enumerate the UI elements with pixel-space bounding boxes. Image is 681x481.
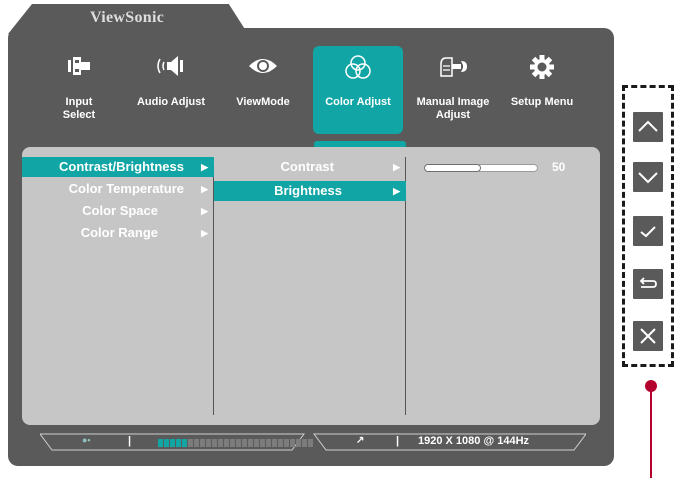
return-icon [639, 277, 657, 288]
color-circles-icon [313, 54, 403, 88]
option-contrast[interactable]: Contrast ▶ [214, 157, 406, 177]
level-segment [242, 439, 247, 447]
menu-viewmode[interactable]: ViewMode [218, 46, 308, 134]
wrench-hand-icon [408, 54, 498, 88]
input-select-icon [34, 54, 124, 88]
menu-label: Manual Image Adjust [416, 96, 490, 121]
menu-label: Input Select [62, 96, 96, 121]
submenu-item-color-space[interactable]: Color Space ▶ [22, 201, 214, 221]
right-arrow-icon: ▶ [201, 228, 208, 238]
menu-label: Color Adjust [325, 96, 391, 108]
chevron-up-icon [638, 120, 658, 132]
volume-level-bar [158, 439, 313, 447]
slider-fill [424, 164, 481, 172]
right-arrow-icon: ▶ [393, 162, 400, 172]
level-segment [260, 439, 265, 447]
level-segment [224, 439, 229, 447]
brand-logo: ViewSonic [90, 9, 165, 26]
eye-icon [218, 54, 308, 88]
speaker-icon [126, 54, 216, 88]
chevron-down-icon [638, 172, 658, 184]
brightness-value: 50 [552, 160, 566, 174]
submenu-item-color-range[interactable]: Color Range ▶ [22, 223, 214, 243]
key-guide-panel [622, 85, 674, 367]
submenu-label: Color Temperature [68, 181, 184, 196]
right-arrow-icon: ▶ [201, 206, 208, 216]
menu-audio-adjust[interactable]: Audio Adjust [126, 46, 216, 134]
menu-color-adjust[interactable]: Color Adjust [313, 46, 403, 134]
level-segment [182, 439, 187, 447]
status-separator: | [396, 435, 400, 447]
level-segment [290, 439, 295, 447]
submenu-item-contrast-brightness[interactable]: Contrast/Brightness ▶ [22, 157, 214, 177]
brightness-slider[interactable] [424, 164, 538, 172]
option-brightness[interactable]: Brightness ▶ [214, 181, 406, 201]
option-label: Brightness [274, 183, 342, 198]
level-segment [266, 439, 271, 447]
menu-input-select[interactable]: Input Select [34, 46, 124, 134]
menu-label: Setup Menu [510, 96, 574, 108]
gear-icon [497, 54, 587, 88]
resolution-text: 1920 X 1080 @ 144Hz [418, 435, 530, 447]
confirm-key[interactable] [632, 215, 664, 247]
level-segment [230, 439, 235, 447]
right-arrow-icon: ▶ [201, 184, 208, 194]
eco-icon: ●• [82, 435, 91, 445]
menu-label: Audio Adjust [136, 96, 206, 108]
submenu-label: Contrast/Brightness [59, 159, 184, 174]
down-key[interactable] [632, 161, 664, 193]
right-arrow-icon: ▶ [201, 162, 208, 172]
level-segment [188, 439, 193, 447]
close-icon [640, 328, 656, 344]
level-segment [236, 439, 241, 447]
level-segment [194, 439, 199, 447]
option-label: Contrast [280, 159, 334, 174]
level-segment [278, 439, 283, 447]
level-segment [200, 439, 205, 447]
up-key[interactable] [632, 111, 664, 143]
close-key[interactable] [632, 320, 664, 352]
level-segment [158, 439, 163, 447]
level-segment [176, 439, 181, 447]
submenu-panel: Contrast/Brightness ▶ Color Temperature … [22, 147, 600, 425]
external-link-icon: ↗ [356, 435, 365, 446]
check-icon [640, 226, 656, 238]
level-segment [296, 439, 301, 447]
level-segment [212, 439, 217, 447]
submenu-label: Color Range [80, 225, 158, 240]
level-segment [164, 439, 169, 447]
level-segment [206, 439, 211, 447]
level-segment [272, 439, 277, 447]
status-bar: ●• | ↗ | 1920 X 1080 @ 144Hz [40, 433, 586, 451]
return-key[interactable] [632, 268, 664, 300]
level-segment [218, 439, 223, 447]
level-segment [170, 439, 175, 447]
level-segment [302, 439, 307, 447]
level-segment [254, 439, 259, 447]
status-separator: | [128, 435, 132, 447]
level-segment [308, 439, 313, 447]
menu-manual-image-adjust[interactable]: Manual Image Adjust [408, 46, 498, 134]
callout-pointer-line [650, 390, 652, 478]
level-segment [284, 439, 289, 447]
submenu-item-color-temperature[interactable]: Color Temperature ▶ [22, 179, 214, 199]
menu-label: ViewMode [236, 96, 290, 108]
submenu-label: Color Space [82, 203, 158, 218]
right-arrow-icon: ▶ [393, 186, 400, 196]
level-segment [248, 439, 253, 447]
menu-setup-menu[interactable]: Setup Menu [497, 46, 587, 134]
